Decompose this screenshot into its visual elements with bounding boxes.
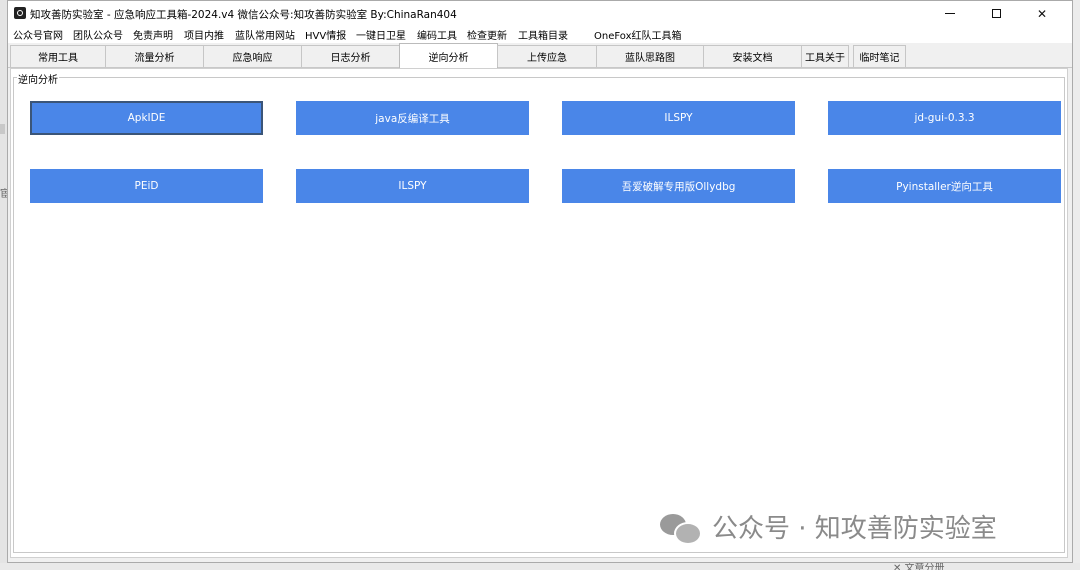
ilspy-button-2[interactable]: ILSPY	[296, 169, 529, 203]
ollydbg-button[interactable]: 吾爱破解专用版Ollydbg	[562, 169, 795, 203]
tab-panel-reverse-analysis: 逆向分析 ApkIDE java反编译工具 ILSPY jd-gui-0.3.3…	[10, 68, 1068, 558]
tab-about[interactable]: 工具关于	[801, 45, 849, 67]
menu-item-team-account[interactable]: 团队公众号	[73, 27, 123, 42]
watermark-text: 公众号 · 知攻善防实验室	[712, 514, 997, 544]
background-mark	[0, 124, 5, 134]
app-window: 知攻善防实验室 - 应急响应工具箱-2024.v4 微信公众号:知攻善防实验室 …	[7, 0, 1073, 563]
title-bar[interactable]: 知攻善防实验室 - 应急响应工具箱-2024.v4 微信公众号:知攻善防实验室 …	[8, 1, 1072, 26]
close-icon: ✕	[1036, 6, 1048, 21]
menu-item-official-site[interactable]: 公众号官网	[13, 27, 63, 42]
wechat-icon	[660, 510, 702, 545]
ilspy-button[interactable]: ILSPY	[562, 101, 795, 135]
tab-install-docs[interactable]: 安装文档	[703, 45, 802, 67]
tab-traffic-analysis[interactable]: 流量分析	[105, 45, 204, 67]
peid-button[interactable]: PEiD	[30, 169, 263, 203]
watermark: 公众号 · 知攻善防实验室	[660, 508, 997, 545]
close-button[interactable]: ✕	[1019, 1, 1065, 26]
java-decompiler-button[interactable]: java反编译工具	[296, 101, 529, 135]
background-peek-text: ✕ 文章分册	[893, 563, 945, 570]
window-title: 知攻善防实验室 - 应急响应工具箱-2024.v4 微信公众号:知攻善防实验室 …	[30, 9, 457, 21]
maximize-icon	[991, 9, 1001, 18]
tab-notes[interactable]: 临时笔记	[853, 45, 906, 67]
maximize-button[interactable]	[973, 1, 1019, 26]
tab-blue-team-mindmap[interactable]: 蓝队思路图	[596, 45, 704, 67]
menu-item-referrals[interactable]: 项目内推	[184, 27, 224, 42]
menu-item-check-update[interactable]: 检查更新	[467, 27, 507, 42]
tab-common-tools[interactable]: 常用工具	[10, 45, 106, 67]
reverse-analysis-group: 逆向分析 ApkIDE java反编译工具 ILSPY jd-gui-0.3.3…	[13, 71, 1065, 553]
menu-bar: 公众号官网 团队公众号 免责声明 项目内推 蓝队常用网站 HVV情报 一键日卫星…	[8, 26, 1072, 43]
menu-item-satellite[interactable]: 一键日卫星	[356, 27, 406, 42]
menu-item-hvv-intel[interactable]: HVV情报	[305, 27, 346, 42]
tab-bar: 常用工具 流量分析 应急响应 日志分析 逆向分析 上传应急 蓝队思路图 安装文档…	[8, 43, 1072, 68]
background-bottom-strip: ✕ 文章分册	[0, 563, 1080, 570]
tab-incident-response[interactable]: 应急响应	[203, 45, 302, 67]
menu-item-encoding-tools[interactable]: 编码工具	[417, 27, 457, 42]
minimize-icon	[945, 13, 955, 14]
menu-item-disclaimer[interactable]: 免责声明	[133, 27, 173, 42]
menu-item-toolbox-index[interactable]: 工具箱目录	[518, 27, 568, 42]
apkide-button[interactable]: ApkIDE	[30, 101, 263, 135]
app-logo-icon	[14, 7, 26, 19]
pyinstaller-reverse-button[interactable]: Pyinstaller逆向工具	[828, 169, 1061, 203]
menu-item-onefox[interactable]: OneFox红队工具箱	[594, 27, 682, 42]
tab-log-analysis[interactable]: 日志分析	[301, 45, 400, 67]
group-title: 逆向分析	[17, 71, 59, 86]
jd-gui-button[interactable]: jd-gui-0.3.3	[828, 101, 1061, 135]
minimize-button[interactable]	[927, 1, 973, 26]
menu-item-blue-team-sites[interactable]: 蓝队常用网站	[235, 27, 295, 42]
tab-reverse-analysis[interactable]: 逆向分析	[399, 43, 498, 68]
tab-upload-response[interactable]: 上传应急	[497, 45, 597, 67]
